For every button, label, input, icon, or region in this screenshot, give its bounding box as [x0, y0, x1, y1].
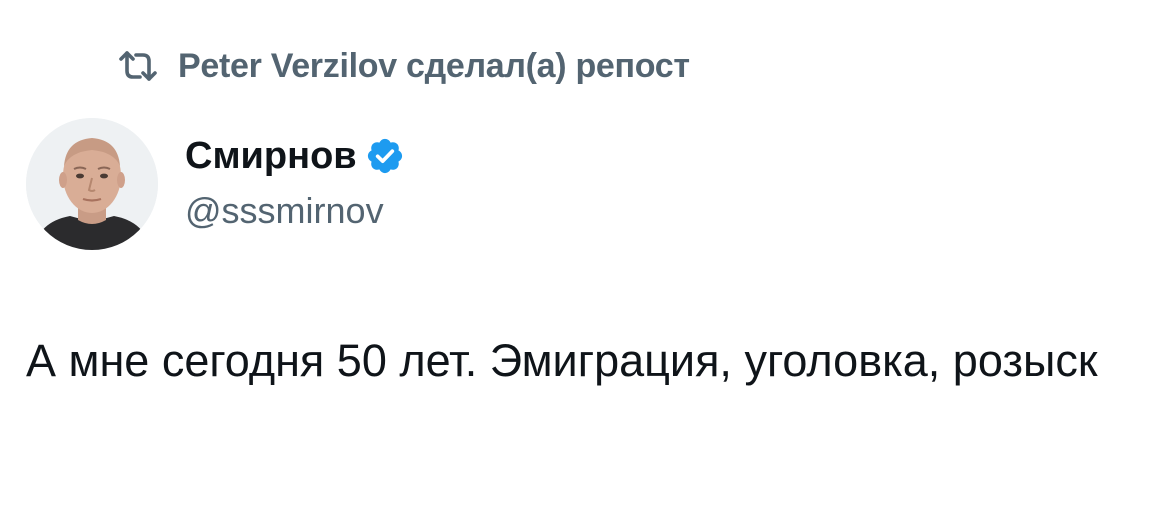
- avatar[interactable]: [26, 118, 158, 250]
- author-handle[interactable]: @sssmirnov: [185, 190, 384, 232]
- author-display-name[interactable]: Смирнов: [185, 135, 357, 178]
- repost-icon: [119, 51, 157, 81]
- repost-indicator[interactable]: Peter Verzilov сделал(а) репост: [118, 46, 690, 86]
- verified-badge-icon: [367, 138, 402, 174]
- avatar-photo: [26, 118, 158, 250]
- author-name-row[interactable]: Смирнов: [185, 134, 405, 178]
- tweet-card[interactable]: Peter Verzilov сделал(а) репост Смирнов …: [0, 0, 1169, 524]
- repost-label[interactable]: Peter Verzilov сделал(а) репост: [178, 47, 690, 86]
- tweet-text: А мне сегодня 50 лет. Эмиграция, уголовк…: [26, 335, 1098, 386]
